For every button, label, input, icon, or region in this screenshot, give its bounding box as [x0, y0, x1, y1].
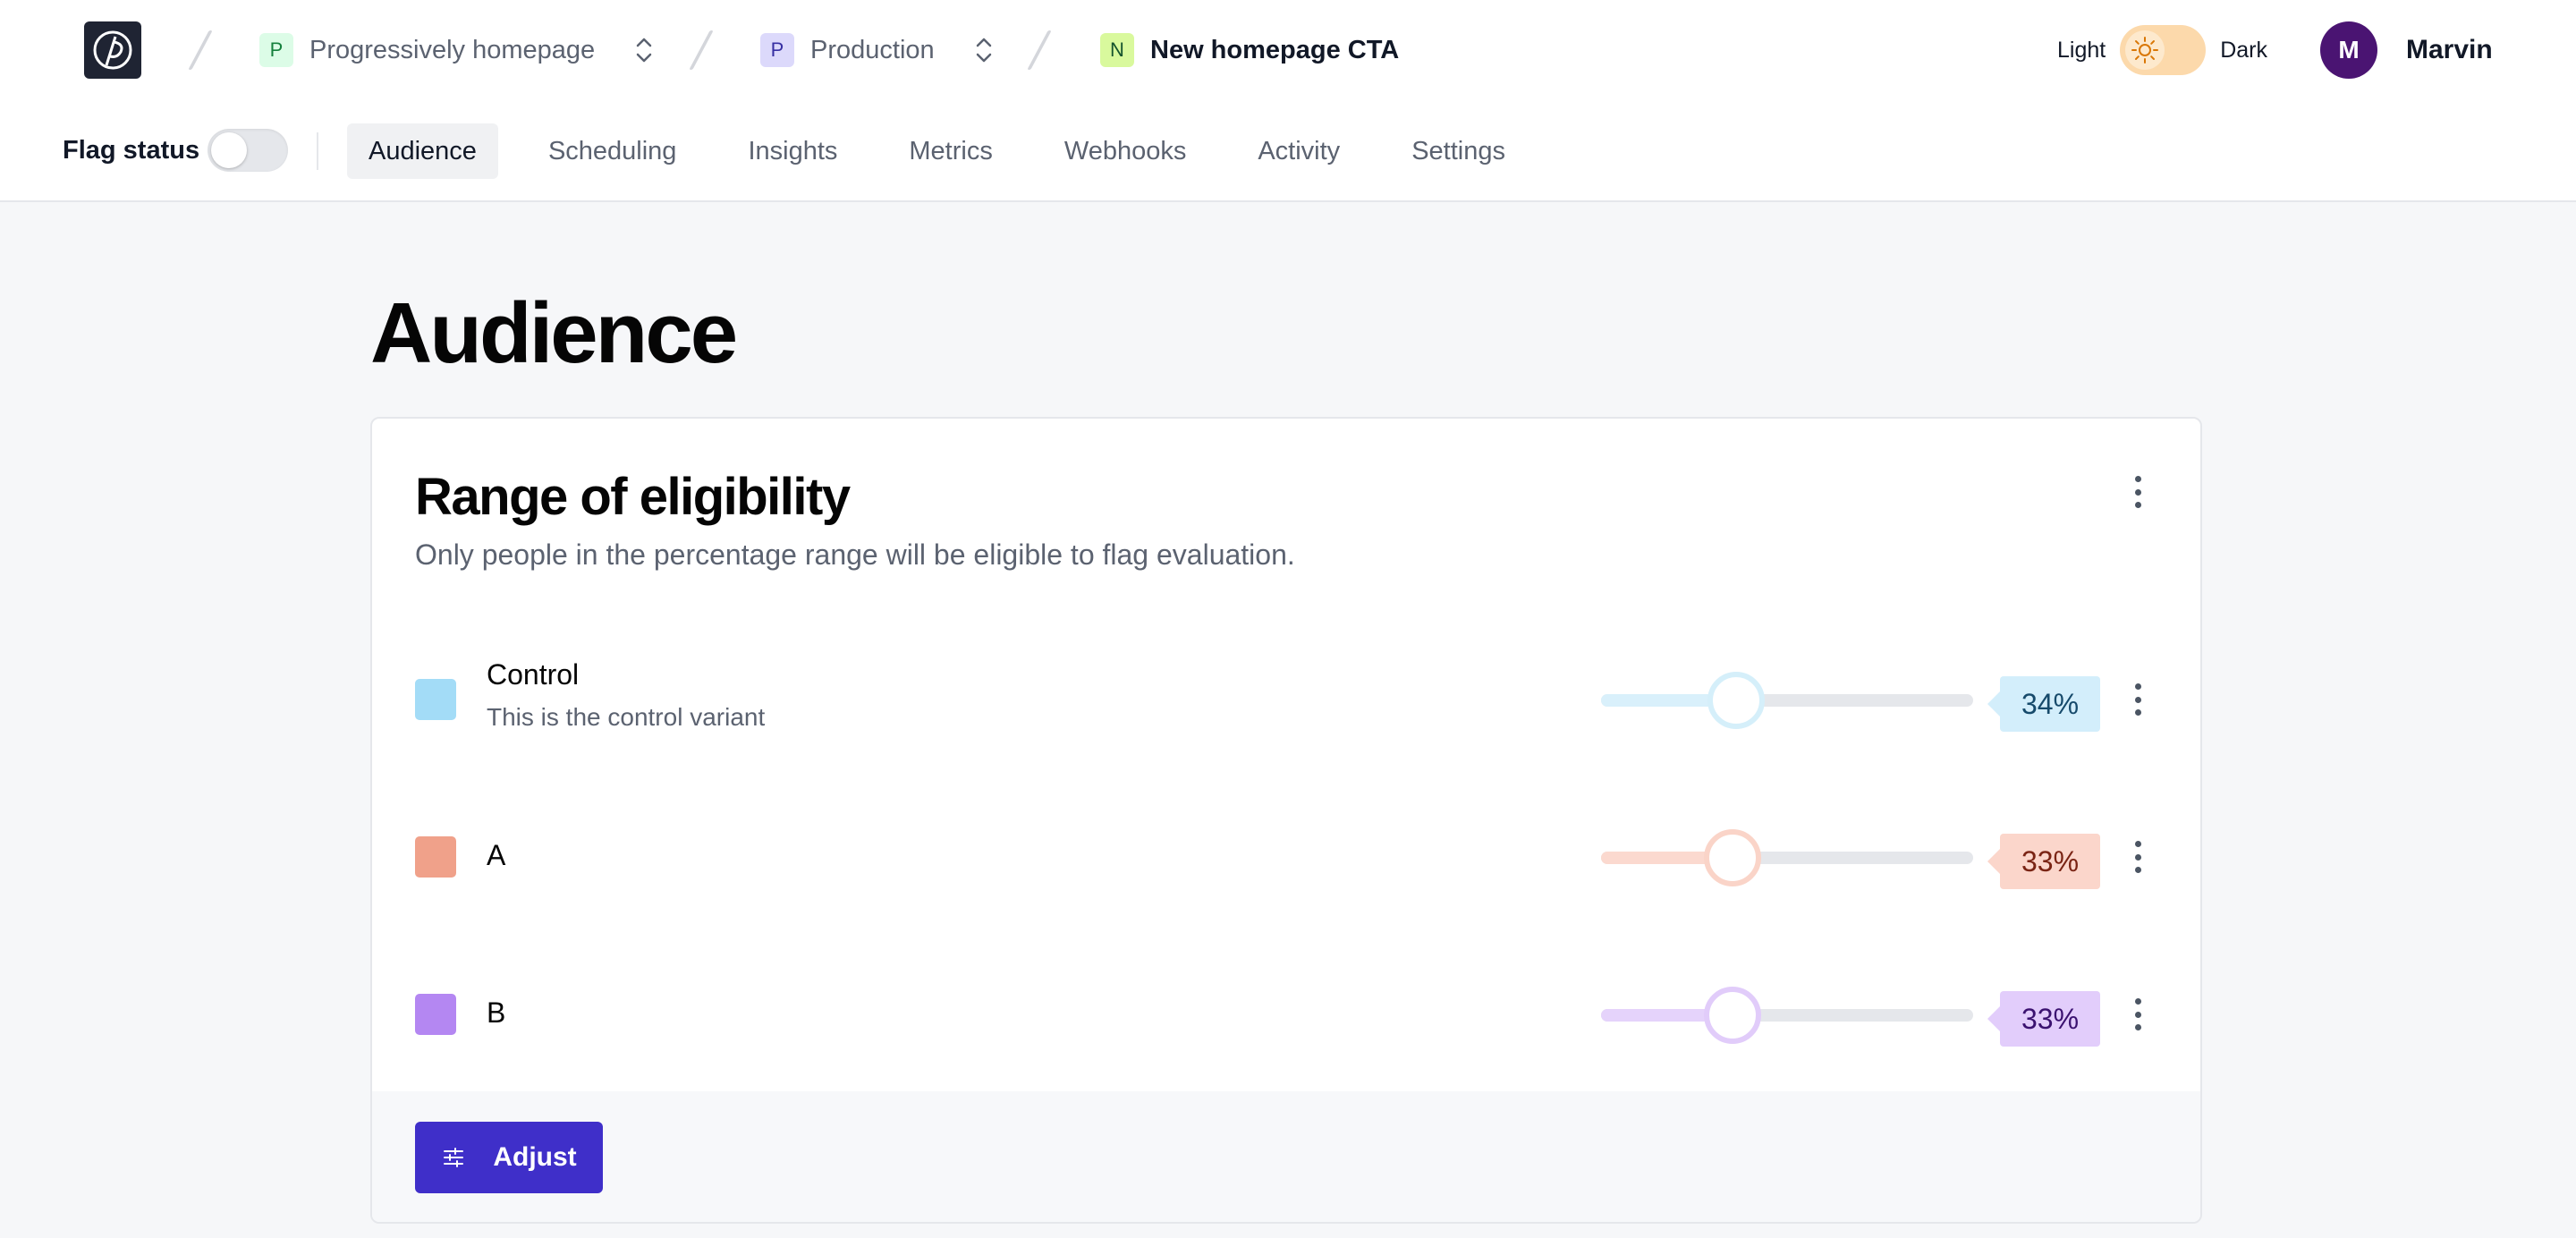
variant-color-swatch: [415, 994, 456, 1035]
card-title: Range of eligibility: [415, 468, 851, 526]
variant-more-icon[interactable]: [2129, 683, 2147, 716]
variant-percent-badge: 33%: [1987, 834, 2100, 889]
variant-name: B: [487, 996, 506, 1029]
tab-settings[interactable]: Settings: [1390, 123, 1527, 179]
tab-insights[interactable]: Insights: [726, 123, 859, 179]
variant-name: A: [487, 839, 506, 871]
variant-percent-badge: 33%: [1987, 991, 2100, 1047]
variant-slider[interactable]: [1601, 987, 1973, 1044]
slider-thumb[interactable]: [1704, 829, 1762, 886]
flag-label: New homepage CTA: [1150, 35, 1400, 64]
flag-subnav: Flag status Audience Scheduling Insights…: [0, 120, 2576, 181]
theme-dark-label: Dark: [2220, 37, 2268, 63]
variant-name: Control: [487, 658, 580, 691]
variant-row: Control This is the control variant 34%: [415, 658, 2168, 739]
sliders-icon: [444, 1148, 464, 1167]
variant-color-swatch: [415, 679, 456, 720]
breadcrumb-separator: [1027, 30, 1052, 70]
tab-scheduling[interactable]: Scheduling: [527, 123, 699, 179]
adjust-button[interactable]: Adjust: [415, 1122, 603, 1193]
flag-status-label: Flag status: [63, 135, 200, 165]
chevron-updown-icon[interactable]: [632, 32, 656, 68]
variant-more-icon[interactable]: [2129, 841, 2147, 873]
card-description: Only people in the percentage range will…: [415, 538, 1295, 571]
variant-slider[interactable]: [1601, 672, 1973, 729]
toggle-knob: [211, 132, 247, 168]
app-logo-icon[interactable]: [84, 21, 141, 79]
page-title: Audience: [370, 285, 738, 381]
variant-slider[interactable]: [1601, 829, 1973, 886]
slider-thumb[interactable]: [1707, 672, 1766, 729]
breadcrumb-flag[interactable]: N New homepage CTA: [1100, 29, 1399, 72]
variant-description: This is the control variant: [487, 703, 766, 731]
theme-switcher: Light Dark: [2057, 23, 2267, 77]
variant-row: A 33%: [415, 816, 2168, 896]
variant-more-icon[interactable]: [2129, 998, 2147, 1030]
breadcrumb-project[interactable]: P Progressively homepage: [259, 29, 656, 72]
tab-activity[interactable]: Activity: [1236, 123, 1361, 179]
tab-list: Audience Scheduling Insights Metrics Web…: [347, 123, 1555, 179]
tab-audience[interactable]: Audience: [347, 123, 498, 179]
theme-toggle[interactable]: [2120, 25, 2207, 75]
variant-percent-badge: 34%: [1987, 676, 2100, 732]
environment-badge: P: [760, 33, 794, 67]
flag-status-toggle[interactable]: [208, 129, 288, 172]
divider: [317, 132, 318, 170]
breadcrumb-separator: [188, 30, 213, 70]
tab-webhooks[interactable]: Webhooks: [1043, 123, 1208, 179]
adjust-label: Adjust: [493, 1142, 577, 1172]
eligibility-card: Range of eligibility Only people in the …: [370, 417, 2202, 1224]
breadcrumb-separator: [689, 30, 714, 70]
breadcrumb-environment[interactable]: P Production: [760, 29, 996, 72]
chevron-updown-icon[interactable]: [972, 32, 996, 68]
card-more-icon[interactable]: [2129, 476, 2147, 508]
tab-metrics[interactable]: Metrics: [887, 123, 1013, 179]
user-name: Marvin: [2406, 35, 2493, 64]
slider-thumb[interactable]: [1704, 987, 1762, 1044]
theme-light-label: Light: [2057, 37, 2106, 63]
sun-icon: [2125, 30, 2165, 70]
environment-label: Production: [810, 35, 935, 64]
project-label: Progressively homepage: [309, 35, 596, 64]
card-footer: Adjust: [372, 1091, 2200, 1222]
avatar[interactable]: M: [2320, 21, 2377, 79]
variant-row: B 33%: [415, 973, 2168, 1054]
user-menu[interactable]: M Marvin: [2320, 21, 2493, 79]
project-badge: P: [259, 33, 293, 67]
variant-color-swatch: [415, 836, 456, 878]
top-bar: P Progressively homepage P Production N …: [0, 0, 2576, 202]
flag-badge: N: [1100, 33, 1134, 67]
